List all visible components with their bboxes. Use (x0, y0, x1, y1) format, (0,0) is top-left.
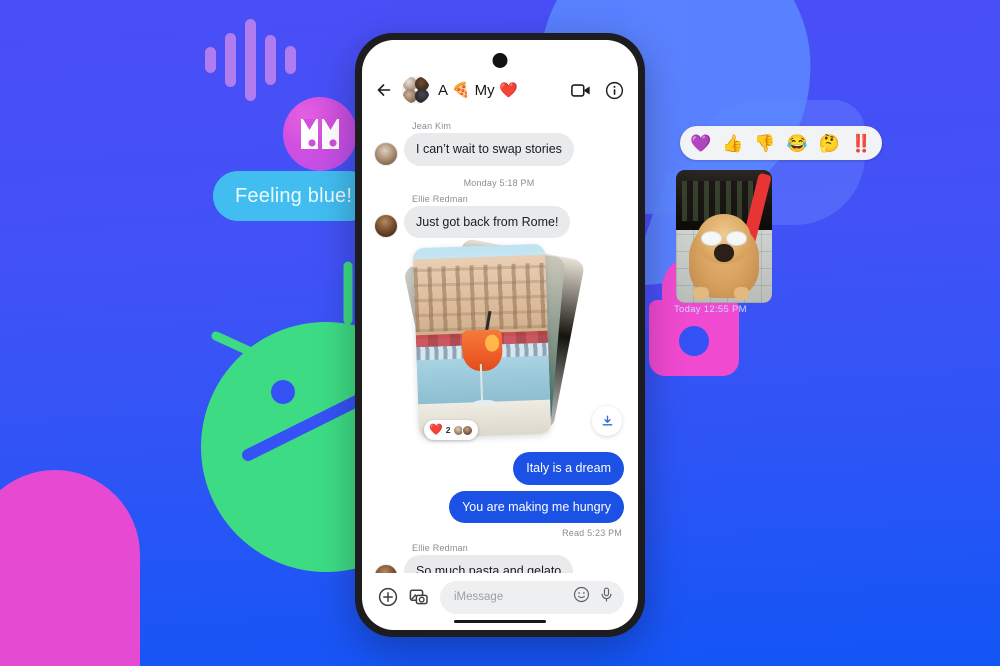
group-avatar[interactable] (402, 76, 430, 104)
phone-device-frame: A 🍕 My ❤️ Jean Kim I can’t wait to swap … (355, 33, 645, 637)
reaction-heart-icon: ❤️ (429, 423, 443, 436)
phone-screen: A 🍕 My ❤️ Jean Kim I can’t wait to swap … (362, 40, 638, 630)
photo-attachment-stack[interactable]: ❤️ 2 (402, 237, 624, 446)
google-messages-logo-icon (283, 97, 357, 171)
message-bubble-outgoing[interactable]: You are making me hungry (449, 490, 624, 523)
screenshot-canvas: Feeling blue! 💜 👍 👎 😂 🤔 ‼️ Today 12:55 P… (0, 0, 1000, 666)
message-composer: iMessage (362, 573, 638, 620)
message-row-incoming: I can’t wait to swap stories (374, 133, 624, 166)
reactor-avatar-2 (462, 424, 474, 436)
avatar[interactable] (374, 214, 398, 238)
reaction-thumbs-down-icon[interactable]: 👎 (754, 135, 775, 152)
avatar[interactable] (374, 563, 398, 573)
reaction-count: 2 (445, 424, 451, 435)
reaction-thumbs-up-icon[interactable]: 👍 (722, 135, 743, 152)
reaction-laughing-icon[interactable]: 😂 (787, 135, 808, 152)
message-bubble-incoming[interactable]: So much pasta and gelato (404, 555, 574, 573)
microphone-icon[interactable] (598, 586, 615, 608)
background-pink-arch (0, 470, 140, 666)
message-thread[interactable]: Jean Kim I can’t wait to swap stories Mo… (362, 110, 638, 573)
message-input-placeholder[interactable]: iMessage (454, 591, 565, 603)
emoji-reaction-bar[interactable]: 💜 👍 👎 😂 🤔 ‼️ (680, 126, 883, 160)
conversation-header: A 🍕 My ❤️ (362, 40, 638, 110)
read-receipt: Read 5:23 PM (562, 528, 622, 538)
day-timestamp: Monday 5:18 PM (463, 177, 535, 188)
message-bubble-incoming[interactable]: I can’t wait to swap stories (404, 133, 574, 166)
message-row-outgoing: You are making me hungry (374, 490, 624, 523)
front-camera-punch-hole (492, 53, 508, 68)
feeling-blue-text: Feeling blue! (235, 184, 353, 207)
feeling-blue-bubble: Feeling blue! (213, 171, 375, 221)
photo-front-aperol-spritz[interactable] (412, 243, 552, 439)
reaction-purple-heart-icon[interactable]: 💜 (690, 135, 711, 152)
add-attachment-icon[interactable] (378, 587, 398, 607)
message-input-pill[interactable]: iMessage (440, 580, 624, 614)
avatar[interactable] (374, 141, 398, 166)
download-button[interactable] (592, 406, 622, 436)
message-bubble-outgoing[interactable]: Italy is a dream (513, 452, 624, 485)
message-sender-name: Ellie Redman (412, 193, 468, 204)
reaction-exclamation-icon[interactable]: ‼️ (851, 135, 872, 152)
chat-title[interactable]: A 🍕 My ❤️ (438, 81, 563, 99)
message-sender-name: Ellie Redman (412, 543, 468, 553)
dog-photo-timestamp: Today 12:55 PM (674, 304, 747, 315)
message-row-outgoing: Italy is a dream (374, 452, 624, 485)
video-call-icon[interactable] (571, 83, 591, 98)
emoji-icon[interactable] (573, 586, 590, 608)
message-row-incoming: Just got back from Rome! (374, 205, 624, 238)
photo-reaction-badge[interactable]: ❤️ 2 (424, 420, 479, 440)
message-row-incoming: So much pasta and gelato (374, 555, 624, 573)
back-arrow-icon[interactable] (374, 80, 394, 100)
voice-waveform-icon (205, 18, 296, 102)
dog-photo-thumbnail[interactable] (676, 170, 772, 303)
home-indicator (454, 619, 546, 623)
reaction-thinking-icon[interactable]: 🤔 (819, 135, 840, 152)
info-icon[interactable] (605, 81, 624, 100)
message-sender-name: Jean Kim (412, 121, 452, 131)
gallery-icon[interactable] (409, 587, 429, 607)
message-bubble-incoming[interactable]: Just got back from Rome! (404, 205, 571, 238)
